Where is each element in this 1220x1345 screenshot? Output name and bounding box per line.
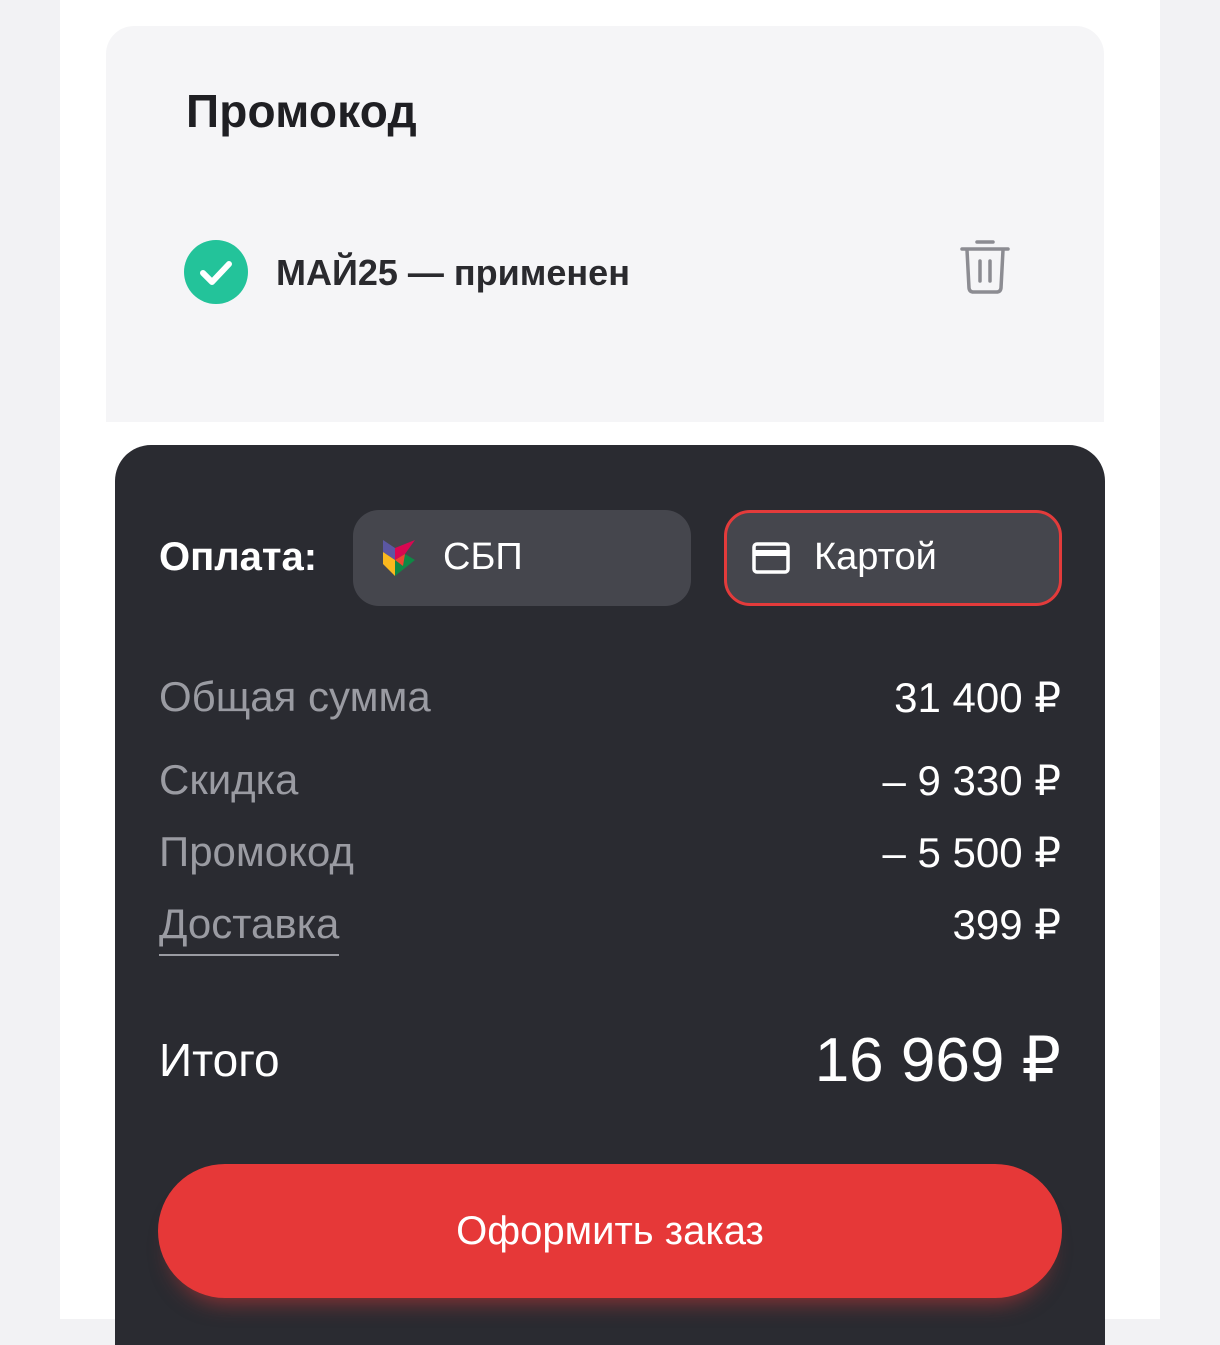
- summary-label: Скидка: [159, 756, 299, 803]
- order-summary-panel: Оплата: СБП Картой Общая сумма 31 400 ₽ …: [115, 445, 1105, 1345]
- summary-value: 399 ₽: [952, 901, 1061, 948]
- payment-label: Оплата:: [159, 535, 318, 579]
- promo-title: Промокод: [186, 85, 417, 137]
- total-label: Итого: [159, 1034, 280, 1086]
- payment-option-sbp[interactable]: СБП: [353, 510, 691, 606]
- check-circle-icon: [184, 240, 248, 304]
- summary-value: 31 400 ₽: [894, 674, 1061, 721]
- sbp-logo-icon: [381, 538, 417, 583]
- checkout-button[interactable]: Оформить заказ: [158, 1164, 1062, 1298]
- payment-option-card[interactable]: Картой: [724, 510, 1062, 606]
- summary-value: – 9 330 ₽: [882, 757, 1061, 804]
- order-total: Итого 16 969 ₽: [159, 1023, 1061, 1103]
- total-value: 16 969 ₽: [814, 1026, 1061, 1095]
- delivery-info-link[interactable]: Доставка: [159, 900, 340, 956]
- summary-value: – 5 500 ₽: [882, 829, 1061, 876]
- applied-promo-row: МАЙ25 — применен: [184, 240, 1014, 304]
- summary-line-discount: Скидка – 9 330 ₽: [159, 756, 1061, 812]
- promo-card: Промокод МАЙ25 — применен: [106, 26, 1104, 422]
- summary-line-delivery: Доставка 399 ₽: [159, 900, 1061, 956]
- summary-label: Промокод: [159, 828, 354, 875]
- payment-option-label: Картой: [814, 536, 937, 578]
- payment-option-label: СБП: [443, 536, 523, 578]
- credit-card-icon: [752, 542, 790, 579]
- promo-status-text: МАЙ25 — применен: [276, 252, 630, 293]
- summary-line-promo: Промокод – 5 500 ₽: [159, 828, 1061, 884]
- trash-icon[interactable]: [958, 236, 1012, 296]
- summary-line-subtotal: Общая сумма 31 400 ₽: [159, 673, 1061, 729]
- summary-label: Общая сумма: [159, 673, 431, 720]
